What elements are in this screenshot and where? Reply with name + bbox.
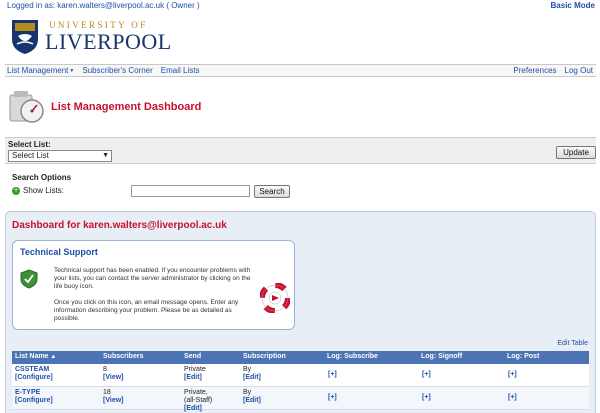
dashboard-panel: Dashboard for karen.walters@liverpool.ac… — [5, 211, 596, 413]
view-subscribers-link[interactable]: [View] — [103, 374, 124, 381]
log-post-link[interactable]: [+] — [508, 371, 517, 378]
show-lists-plus-icon[interactable]: + — [12, 186, 20, 195]
column-send[interactable]: Send — [184, 353, 201, 360]
technical-support-text: Technical support has been enabled. If y… — [54, 267, 254, 331]
send-value-line-2: (all-Staff) — [184, 397, 213, 404]
university-logo: UNIVERSITY OF LIVERPOOL — [11, 18, 171, 58]
configure-link[interactable]: [Configure] — [15, 374, 53, 381]
log-subscribe-link[interactable]: [+] — [328, 394, 337, 401]
university-crest-icon — [12, 20, 38, 54]
search-button[interactable]: Search — [254, 185, 290, 198]
log-signoff-link[interactable]: [+] — [422, 394, 431, 401]
nav-preferences[interactable]: Preferences — [513, 66, 556, 75]
show-lists-row: + Show Lists: — [12, 186, 64, 195]
basic-mode-link[interactable]: Basic Mode — [551, 1, 595, 10]
nav-logout[interactable]: Log Out — [565, 66, 593, 75]
top-bar: Logged in as: karen.walters@liverpool.ac… — [7, 1, 595, 13]
nav-subscribers-corner[interactable]: Subscriber's Corner — [82, 66, 152, 75]
table-header: List Name ▲ Subscribers Send Subscriptio… — [12, 351, 589, 364]
subscriber-count: 8 — [103, 366, 107, 373]
nav-list-management-label[interactable]: List Management — [7, 66, 68, 75]
lists-table: List Name ▲ Subscribers Send Subscriptio… — [12, 351, 589, 412]
life-buoy-icon[interactable] — [260, 283, 290, 313]
log-signoff-link[interactable]: [+] — [422, 371, 431, 378]
select-list-value: Select List — [12, 151, 49, 160]
nav-list-management[interactable]: List Management ▼ — [7, 66, 74, 75]
column-log-post[interactable]: Log: Post — [507, 353, 539, 360]
view-subscribers-link[interactable]: [View] — [103, 397, 124, 404]
column-subscribers[interactable]: Subscribers — [103, 353, 143, 360]
nav-bar: List Management ▼ Subscriber's Corner Em… — [5, 64, 596, 77]
subscription-value: By — [243, 366, 252, 373]
log-post-link[interactable]: [+] — [508, 394, 517, 401]
subscription-edit-link[interactable]: [Edit] — [243, 374, 261, 381]
dashboard-gauge-icon — [9, 91, 44, 123]
technical-support-box: Technical Support Technical support has … — [12, 240, 295, 330]
list-name-link[interactable]: E-TYPE — [15, 389, 40, 396]
subscriber-count: 18 — [103, 389, 111, 396]
select-list-label: Select List: — [8, 140, 51, 149]
technical-support-title: Technical Support — [20, 247, 98, 257]
column-log-subscribe[interactable]: Log: Subscribe — [327, 353, 378, 360]
support-paragraph-1: Technical support has been enabled. If y… — [54, 267, 251, 290]
chevron-down-icon: ▼ — [69, 67, 75, 74]
update-button[interactable]: Update — [556, 146, 596, 159]
select-list-dropdown[interactable]: Select List ▼ — [8, 150, 112, 162]
column-list-name[interactable]: List Name ▲ — [15, 353, 56, 360]
log-subscribe-link[interactable]: [+] — [328, 371, 337, 378]
edit-table-link[interactable]: Edit Table — [557, 340, 588, 347]
logo-line-2: LIVERPOOL — [45, 29, 172, 54]
table-row: E-TYPE [Configure] 18 [View] Private, (a… — [12, 387, 589, 412]
send-value: Private — [184, 366, 206, 373]
column-log-signoff[interactable]: Log: Signoff — [421, 353, 462, 360]
send-edit-link[interactable]: [Edit] — [184, 374, 202, 381]
configure-link[interactable]: [Configure] — [15, 397, 53, 404]
column-list-name-label: List Name — [15, 353, 49, 360]
search-input[interactable] — [131, 185, 250, 197]
list-name-link[interactable]: CSSTEAM — [15, 366, 49, 373]
shield-icon — [20, 269, 38, 289]
nav-email-lists[interactable]: Email Lists — [161, 66, 200, 75]
sort-ascending-icon: ▲ — [50, 354, 57, 360]
page-title: List Management Dashboard — [51, 101, 202, 113]
support-paragraph-2: Once you click on this icon, an email me… — [54, 299, 239, 322]
table-row: CSSTEAM [Configure] 8 [View] Private [Ed… — [12, 364, 589, 387]
select-list-panel: Select List: Select List ▼ Update — [5, 137, 596, 164]
send-value: Private, — [184, 389, 208, 396]
search-options-title: Search Options — [12, 173, 72, 182]
send-edit-link[interactable]: [Edit] — [184, 405, 202, 412]
dashboard-title: Dashboard for karen.walters@liverpool.ac… — [12, 220, 227, 231]
subscription-edit-link[interactable]: [Edit] — [243, 397, 261, 404]
chevron-down-icon: ▼ — [102, 152, 109, 159]
column-subscription[interactable]: Subscription — [243, 353, 286, 360]
logged-in-text: Logged in as: karen.walters@liverpool.ac… — [7, 1, 200, 10]
subscription-value: By — [243, 389, 252, 396]
show-lists-label: Show Lists: — [23, 186, 64, 195]
